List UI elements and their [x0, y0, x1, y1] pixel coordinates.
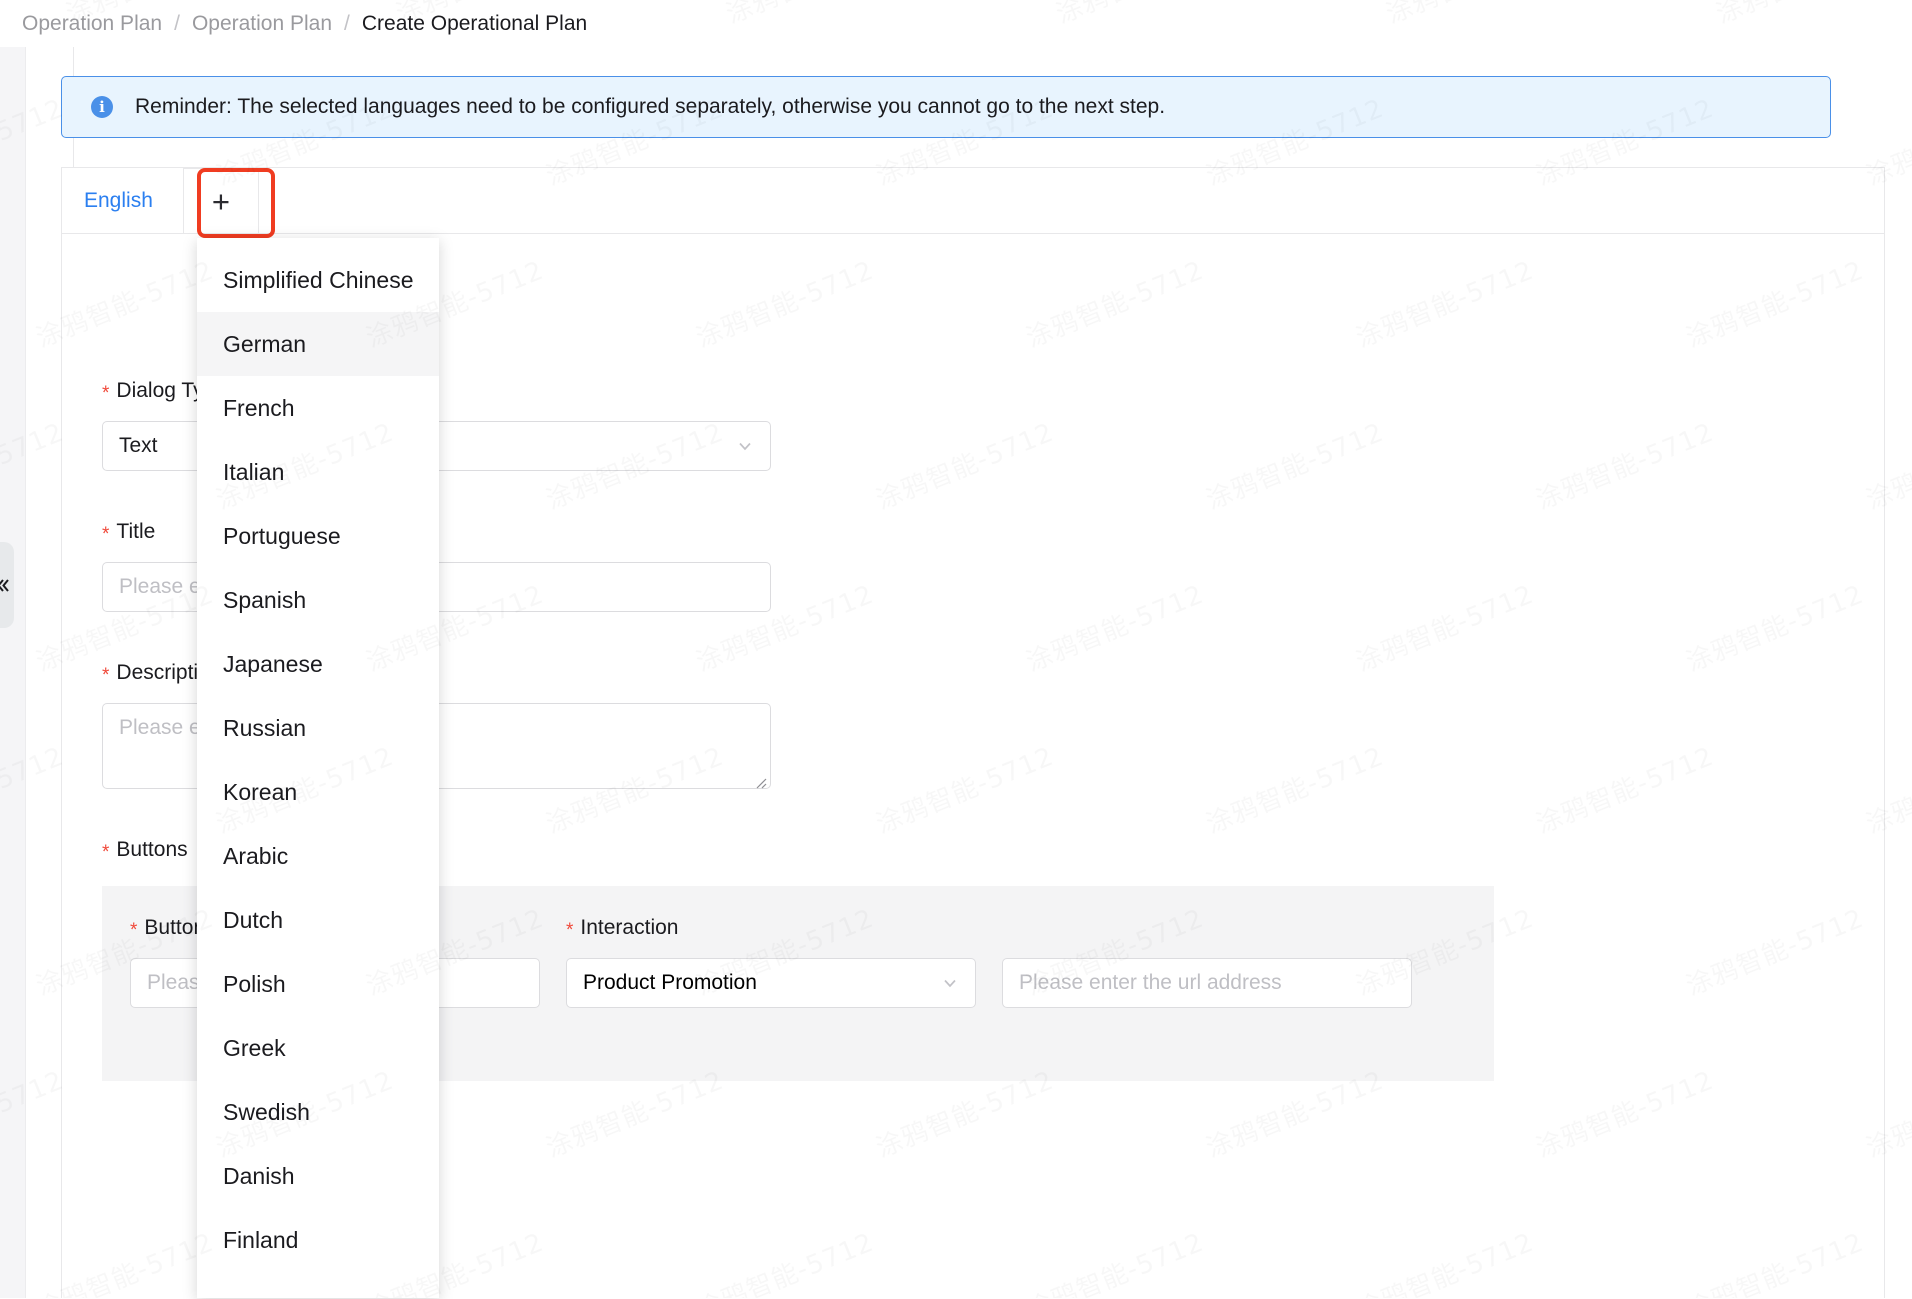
content-divider [27, 47, 28, 1298]
tab-english[interactable]: English [62, 168, 175, 234]
required-marker: * [102, 384, 109, 403]
page-root: Operation Plan / Operation Plan / Create… [0, 0, 1912, 1298]
language-option[interactable]: Polish [197, 952, 439, 1016]
language-dropdown-menu[interactable]: Simplified ChineseGermanFrenchItalianPor… [197, 238, 439, 1298]
language-option[interactable]: Simplified Chinese [197, 248, 439, 312]
breadcrumb-item-2[interactable]: Operation Plan [192, 12, 332, 36]
plus-icon: + [212, 186, 230, 217]
language-option[interactable]: Dutch [197, 888, 439, 952]
language-option[interactable]: Portuguese [197, 504, 439, 568]
info-icon: i [91, 96, 113, 118]
language-option[interactable]: Danish [197, 1144, 439, 1208]
breadcrumb-item-1[interactable]: Operation Plan [22, 12, 162, 36]
buttons-label: * Buttons [102, 838, 188, 866]
interaction-label: * Interaction [566, 916, 976, 944]
required-marker: * [566, 921, 573, 940]
breadcrumb-separator-1: / [162, 12, 192, 36]
chevron-double-left-icon [0, 577, 12, 594]
breadcrumb-item-3: Create Operational Plan [362, 12, 587, 36]
reminder-alert: i Reminder: The selected languages need … [61, 76, 1831, 138]
field-buttons: * Buttons * Button Name Please [102, 838, 188, 866]
watermark-text: 涂鸦智能-5712 [720, 0, 909, 31]
watermark-text: 涂鸦智能-5712 [1710, 0, 1899, 31]
interaction-label-text: Interaction [580, 916, 678, 940]
watermark-text: 涂鸦智能-5712 [1380, 0, 1569, 31]
breadcrumb: Operation Plan / Operation Plan / Create… [22, 0, 607, 47]
language-option[interactable]: Finland [197, 1208, 439, 1272]
url-group: Please enter the url address [1002, 916, 1412, 1008]
language-option[interactable]: French [197, 376, 439, 440]
language-option[interactable]: Greek [197, 1016, 439, 1080]
language-option[interactable]: Spanish [197, 568, 439, 632]
interaction-group: * Interaction Product Promotion [566, 916, 976, 1008]
url-placeholder: Please enter the url address [1019, 971, 1282, 995]
chevron-down-icon[interactable] [941, 974, 959, 992]
title-label-text: Title [116, 520, 155, 544]
language-option[interactable]: Korean [197, 760, 439, 824]
language-option[interactable]: Italian [197, 440, 439, 504]
chevron-down-icon[interactable] [736, 437, 754, 455]
required-marker: * [102, 525, 109, 544]
reminder-alert-text: Reminder: The selected languages need to… [135, 95, 1165, 119]
language-option[interactable]: Russian [197, 696, 439, 760]
url-label-spacer [1002, 916, 1412, 944]
header-rule [0, 47, 1912, 48]
language-option[interactable]: Japanese [197, 632, 439, 696]
dialog-type-value: Text [119, 434, 158, 458]
required-marker: * [130, 921, 137, 940]
breadcrumb-separator-2: / [332, 12, 362, 36]
watermark-text: 涂鸦智能-5712 [1050, 0, 1239, 31]
language-option[interactable]: Arabic [197, 824, 439, 888]
language-option[interactable]: Swedish [197, 1080, 439, 1144]
url-input[interactable]: Please enter the url address [1002, 958, 1412, 1008]
interaction-select[interactable]: Product Promotion [566, 958, 976, 1008]
buttons-label-text: Buttons [116, 838, 187, 862]
language-tabs: English + [62, 168, 259, 234]
sidebar-collapse-handle[interactable] [0, 542, 14, 628]
language-option[interactable]: German [197, 312, 439, 376]
interaction-value: Product Promotion [583, 971, 757, 995]
sidebar-rail [0, 47, 26, 1298]
add-language-button[interactable]: + [183, 168, 259, 234]
resize-grip-icon[interactable] [753, 771, 767, 785]
required-marker: * [102, 843, 109, 862]
required-marker: * [102, 666, 109, 685]
